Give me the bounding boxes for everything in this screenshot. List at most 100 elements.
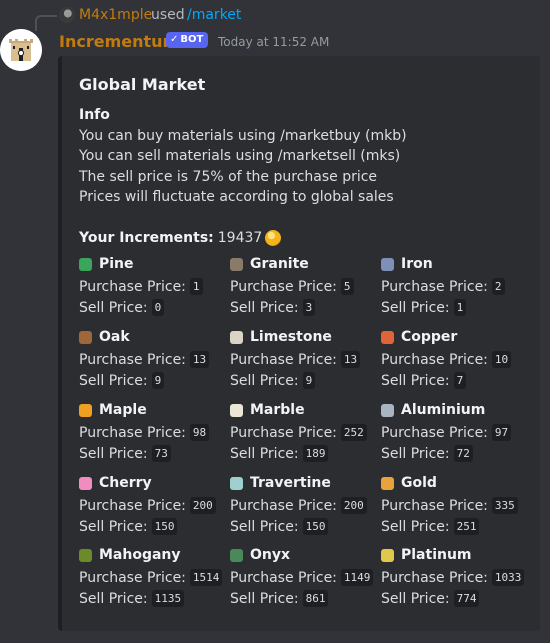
embed-title: Global Market [79,75,206,94]
purchase-price-label: Purchase Price: [79,351,186,368]
granite-icon [230,257,243,271]
sell-price-value: 189 [302,445,329,462]
market-embed: Global Market Info You can buy materials… [58,56,540,631]
purchase-price-row: Purchase Price: 98 [79,424,210,441]
material-item: Cherry Purchase Price: 200 Sell Price: 150 [79,475,229,545]
material-item: Pine Purchase Price: 1 Sell Price: 0 [79,256,229,326]
sell-price-label: Sell Price: [230,299,299,316]
sell-price-row: Sell Price: 150 [230,518,329,535]
onyx-icon [230,548,243,562]
material-item: Travertine Purchase Price: 200 Sell Price: 1… [230,475,380,545]
bot-avatar[interactable] [0,29,42,71]
oak-icon [79,330,92,344]
purchase-price-value: 252 [340,424,367,441]
purchase-price-value: 13 [189,351,210,368]
purchase-price-label: Purchase Price: [381,569,488,586]
purchase-price-label: Purchase Price: [230,278,337,295]
sell-price-label: Sell Price: [230,590,299,607]
coin-icon [265,230,282,246]
pine-icon [79,257,92,271]
material-item: Mahogany Purchase Price: 1514 Sell Price: 11… [79,547,229,617]
reply-header[interactable]: M4x1mple used /market [0,6,550,31]
purchase-price-label: Purchase Price: [79,424,186,441]
purchase-price-label: Purchase Price: [381,351,488,368]
purchase-price-row: Purchase Price: 1 [79,278,203,295]
material-name: Pine [79,256,134,272]
message-timestamp[interactable]: Today at 11:52 AM [218,35,329,49]
reply-avatar[interactable] [59,7,75,23]
purchase-price-label: Purchase Price: [79,569,186,586]
reply-connector [35,15,57,31]
material-name: Onyx [230,547,290,563]
gold-icon [381,476,394,490]
material-name-text: Limestone [250,329,332,345]
limestone-icon [230,330,243,344]
sell-price-row: Sell Price: 1 [381,299,467,316]
sell-price-value: 9 [302,372,316,389]
material-name-text: Copper [401,329,458,345]
material-item: Onyx Purchase Price: 1149 Sell Price: 861 [230,547,380,617]
sell-price-row: Sell Price: 150 [79,518,178,535]
info-heading: Info [79,107,110,123]
purchase-price-value: 13 [340,351,361,368]
material-item: Gold Purchase Price: 335 Sell Price: 251 [381,475,531,545]
material-item: Maple Purchase Price: 98 Sell Price: 73 [79,402,229,472]
material-name: Cherry [79,475,152,491]
material-name: Copper [381,329,457,345]
sell-price-row: Sell Price: 7 [381,372,467,389]
iron-icon [381,257,394,271]
purchase-price-label: Purchase Price: [79,497,186,514]
purchase-price-label: Purchase Price: [230,351,337,368]
material-name-text: Gold [401,475,437,491]
material-name-text: Maple [99,402,147,418]
purchase-price-value: 98 [189,424,210,441]
sell-price-value: 0 [151,299,165,316]
sell-price-value: 150 [302,518,329,535]
material-name: Granite [230,256,309,272]
material-item: Marble Purchase Price: 252 Sell Price: 189 [230,402,380,472]
aluminium-icon [381,403,394,417]
purchase-price-value: 1033 [491,569,525,586]
material-name-text: Marble [250,402,305,418]
sell-price-row: Sell Price: 9 [230,372,316,389]
sell-price-label: Sell Price: [381,299,450,316]
sell-price-label: Sell Price: [79,372,148,389]
sell-price-label: Sell Price: [79,518,148,535]
reply-command-link[interactable]: /market [187,7,241,23]
purchase-price-label: Purchase Price: [230,569,337,586]
material-name-text: Onyx [250,547,291,563]
purchase-price-row: Purchase Price: 2 [381,278,505,295]
purchase-price-row: Purchase Price: 13 [230,351,361,368]
sell-price-label: Sell Price: [230,445,299,462]
purchase-price-row: Purchase Price: 13 [79,351,210,368]
purchase-price-value: 200 [189,497,216,514]
copper-icon [381,330,394,344]
purchase-price-row: Purchase Price: 10 [381,351,512,368]
sell-price-row: Sell Price: 9 [79,372,165,389]
material-name: Marble [230,402,305,418]
sell-price-label: Sell Price: [79,590,148,607]
reply-username[interactable]: M4x1mple [79,7,152,23]
purchase-price-label: Purchase Price: [381,424,488,441]
marble-icon [230,403,243,417]
material-name: Travertine [230,475,331,491]
purchase-price-row: Purchase Price: 97 [381,424,512,441]
sell-price-value: 3 [302,299,316,316]
verified-check-icon: ✓ [170,34,179,45]
increments-value: 19437 [217,230,263,246]
sell-price-row: Sell Price: 3 [230,299,316,316]
purchase-price-value: 200 [340,497,367,514]
sell-price-value: 1 [453,299,467,316]
material-name: Mahogany [79,547,181,563]
sell-price-value: 9 [151,372,165,389]
sell-price-label: Sell Price: [381,372,450,389]
sell-price-value: 774 [453,590,480,607]
material-name-text: Iron [401,256,433,272]
material-name-text: Granite [250,256,309,272]
author-name[interactable]: Incrementum [59,32,179,51]
sell-price-label: Sell Price: [79,445,148,462]
purchase-price-label: Purchase Price: [230,497,337,514]
purchase-price-row: Purchase Price: 1033 [381,569,525,586]
sell-price-row: Sell Price: 251 [381,518,480,535]
material-name: Aluminium [381,402,485,418]
